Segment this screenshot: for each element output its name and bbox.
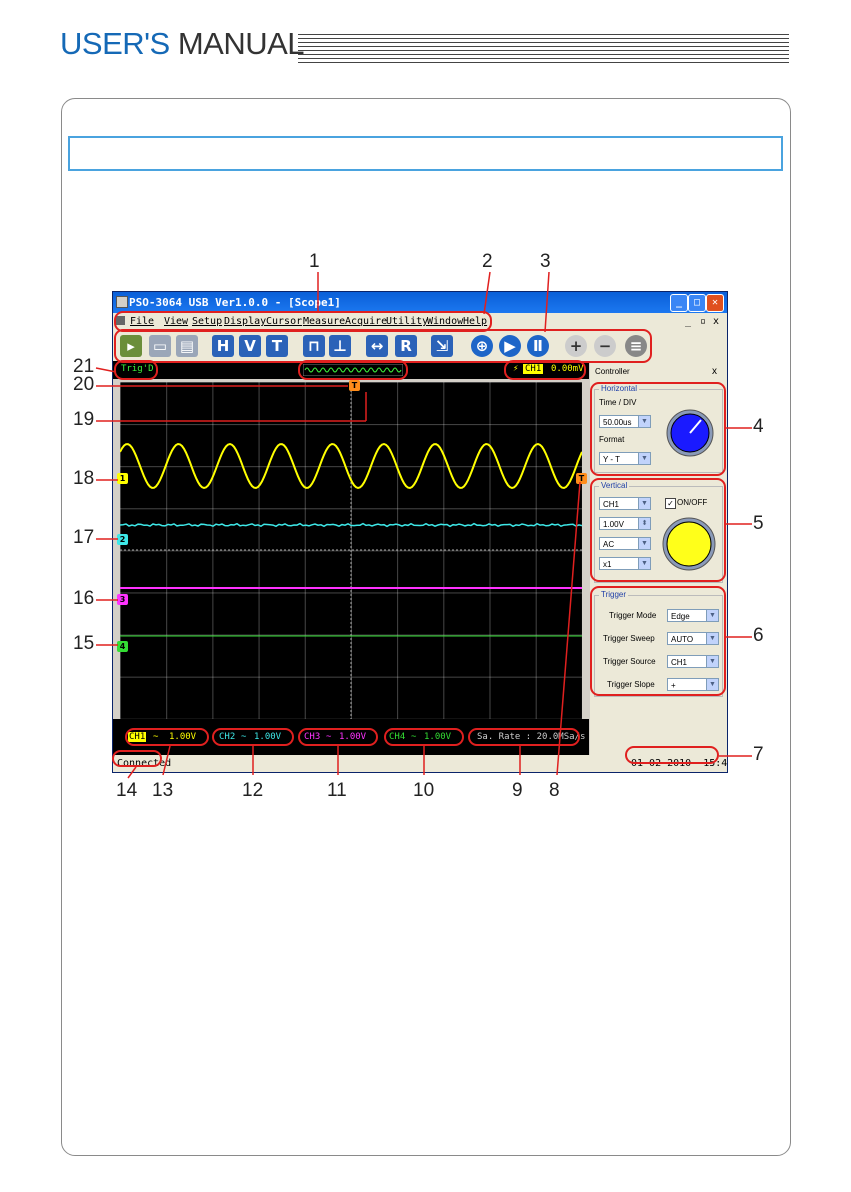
- callout-2: 2: [482, 251, 493, 272]
- callout-16: 16: [73, 588, 95, 609]
- callout-11: 11: [327, 780, 347, 801]
- callout-10: 10: [413, 780, 435, 801]
- callout-14: 14: [116, 780, 138, 801]
- callout-19: 19: [73, 409, 95, 430]
- callout-4: 4: [753, 416, 764, 437]
- callout-9: 9: [512, 780, 523, 801]
- callout-3: 3: [540, 251, 551, 272]
- callout-21: 21: [73, 356, 95, 377]
- callout-13: 13: [152, 780, 174, 801]
- callout-6: 6: [753, 625, 764, 646]
- callout-18: 18: [73, 468, 95, 489]
- callout-leader-lines: [95, 271, 752, 779]
- callout-15: 15: [73, 633, 95, 654]
- callout-8: 8: [549, 780, 560, 801]
- callout-7: 7: [753, 744, 764, 765]
- callout-17: 17: [73, 527, 95, 548]
- callout-12: 12: [242, 780, 264, 801]
- callout-1: 1: [309, 251, 320, 272]
- callout-5: 5: [753, 513, 764, 534]
